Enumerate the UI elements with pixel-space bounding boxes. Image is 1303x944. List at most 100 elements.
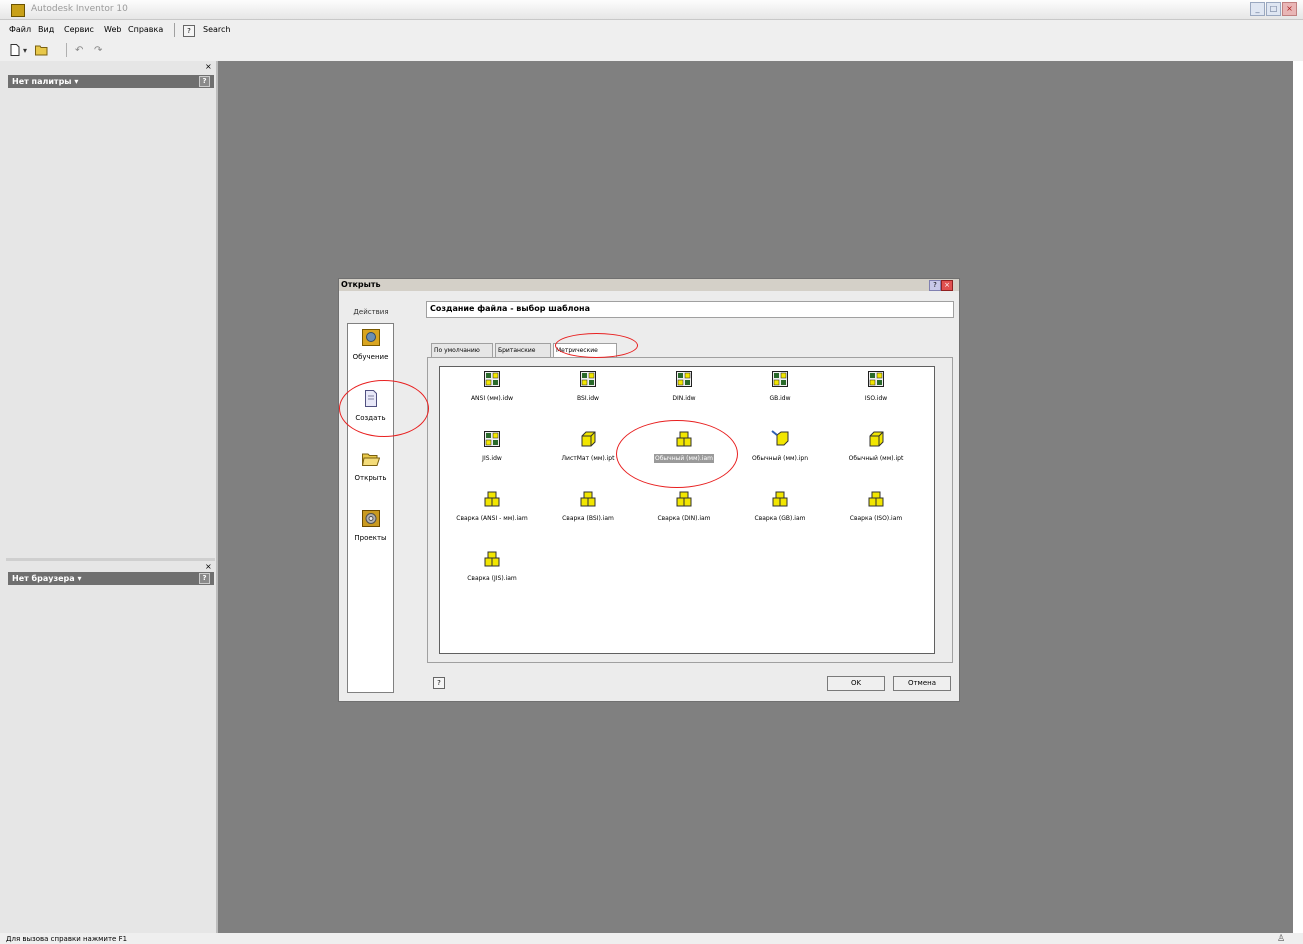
assembly-icon [484,491,500,507]
actions-header: Действия [353,308,389,316]
inventor-logo-icon [11,4,25,17]
dialog-titlebar: Открыть ? × [339,279,959,291]
minimize-button[interactable]: _ [1250,2,1265,16]
menu-separator [174,23,175,37]
palette-close-icon[interactable]: × [205,63,212,71]
assembly-icon [868,491,884,507]
menu-web[interactable]: Web [104,24,121,36]
dialog-help-button[interactable]: ? [929,280,941,291]
action-tutorial[interactable]: Обучение [348,329,393,362]
template-item-label: Обычный (мм).ipn [751,455,809,462]
status-text: Для вызова справки нажмите F1 [6,935,128,943]
annotation-ring-create [339,380,429,437]
tab-default[interactable]: По умолчанию [431,343,493,357]
browser-close-icon[interactable]: × [205,563,212,571]
status-person-icon: ♙ [1277,934,1286,944]
action-open[interactable]: Открыть [348,450,393,483]
help-icon[interactable]: ? [433,677,445,689]
template-item[interactable]: Обычный (мм).ipn [733,430,827,463]
dialog-close-button[interactable]: × [941,280,953,291]
menu-file[interactable]: Файл [9,24,31,36]
maximize-button[interactable]: □ [1266,2,1281,16]
presentation-icon [771,430,789,446]
drawing-icon [580,371,596,387]
tab-imperial[interactable]: Британские [495,343,551,357]
assembly-icon [676,491,692,507]
window-titlebar [0,0,1303,20]
template-item[interactable]: JIS.idw [445,430,539,463]
part-icon [581,431,596,447]
template-item-label: Сварка (BSI).iam [562,515,614,522]
toolbar-separator [66,43,67,57]
template-item[interactable]: Сварка (ISO).iam [829,490,923,523]
template-item-label: Сварка (JIS).iam [467,575,517,582]
drawing-icon [868,371,884,387]
template-item-label: Сварка (ISO).iam [849,515,903,522]
template-item[interactable]: ISO.idw [829,370,923,403]
menu-view[interactable]: Вид [38,24,54,36]
browser-body [8,586,214,931]
browser-help-icon[interactable]: ? [199,573,210,584]
template-item[interactable]: Обычный (мм).ipt [829,430,923,463]
ok-button[interactable]: OK [827,676,885,691]
palette-header[interactable]: Нет палитры ▾ ? [8,75,214,88]
dialog-title: Открыть [341,280,381,289]
assembly-icon [772,491,788,507]
drawing-icon [676,371,692,387]
open-folder-icon [361,453,380,466]
assembly-icon [484,551,500,567]
menu-tools[interactable]: Сервис [64,24,94,36]
redo-icon[interactable]: ↷ [94,44,102,57]
template-item-label: GB.idw [769,395,791,402]
status-bar [0,933,1303,944]
new-document-icon[interactable] [10,44,20,59]
template-item-label: ISO.idw [864,395,888,402]
cancel-button[interactable]: Отмена [893,676,951,691]
template-item[interactable]: Сварка (DIN).iam [637,490,731,523]
template-item-label: Сварка (ANSI - мм).iam [456,515,528,522]
template-item[interactable]: BSI.idw [541,370,635,403]
template-item-label: ЛистМат (мм).ipt [561,455,615,462]
annotation-ring-selected-file [616,420,738,488]
template-heading-box: Создание файла - выбор шаблона [426,301,954,318]
template-item[interactable]: Сварка (BSI).iam [541,490,635,523]
menu-help[interactable]: Справка [128,24,163,36]
template-heading: Создание файла - выбор шаблона [430,304,590,313]
action-label: Проекты [354,534,387,542]
menu-bar [0,20,1303,40]
drawing-icon [484,371,500,387]
browser-title: Нет браузера ▾ [12,574,82,583]
template-item-label: Сварка (GB).iam [754,515,806,522]
panel-splitter[interactable] [6,558,215,561]
annotation-ring-metric-tab [555,333,638,358]
template-item[interactable]: Сварка (JIS).iam [445,550,539,583]
browser-header[interactable]: Нет браузера ▾ ? [8,572,214,585]
template-item-label: JIS.idw [482,455,502,462]
palette-help-icon[interactable]: ? [199,76,210,87]
undo-icon[interactable]: ↶ [75,44,83,57]
template-item-label: BSI.idw [577,395,599,402]
part-icon [869,431,884,447]
template-item-label: Обычный (мм).ipt [848,455,904,462]
window-right-edge [1293,61,1303,933]
template-item-label: DIN.idw [672,395,696,402]
open-folder-icon[interactable] [35,44,49,59]
template-item[interactable]: Сварка (GB).iam [733,490,827,523]
action-projects[interactable]: Проекты [348,510,393,543]
tutorial-icon [361,329,380,346]
template-list[interactable]: ANSI (мм).idw BSI.idw DIN.idw GB.idw ISO.idw… [439,366,935,654]
dropdown-arrow-icon[interactable]: ▾ [23,44,27,57]
template-item-label: ANSI (мм).idw [470,395,514,402]
close-button[interactable]: × [1282,2,1297,16]
menu-search[interactable]: Search [203,24,230,36]
drawing-icon [484,431,500,447]
template-item[interactable]: DIN.idw [637,370,731,403]
window-title: Autodesk Inventor 10 [31,4,128,14]
actions-panel: Обучение Создать Открыть Проекты [347,323,394,693]
template-item[interactable]: ANSI (мм).idw [445,370,539,403]
help-icon[interactable]: ? [183,25,195,37]
palette-body [8,89,214,554]
template-item[interactable]: GB.idw [733,370,827,403]
template-item[interactable]: Сварка (ANSI - мм).iam [445,490,539,523]
drawing-icon [772,371,788,387]
